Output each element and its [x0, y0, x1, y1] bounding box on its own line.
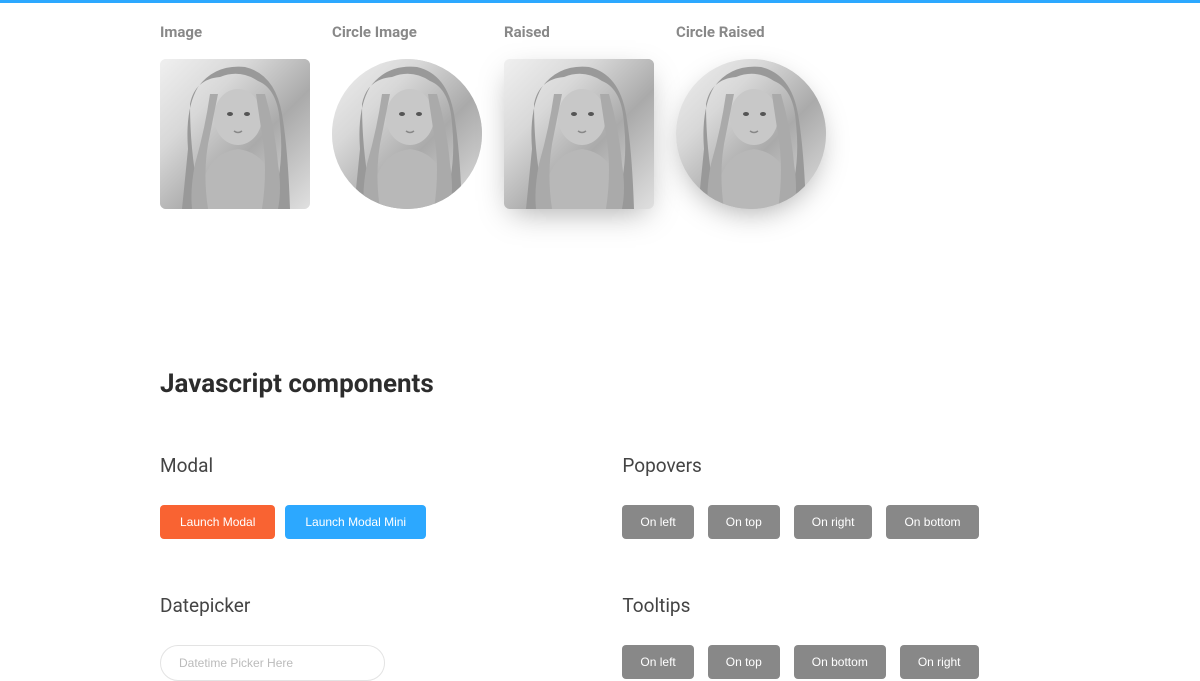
- launch-modal-button[interactable]: Launch Modal: [160, 505, 275, 539]
- image-label: Image: [160, 23, 310, 41]
- image-label: Raised: [504, 23, 654, 41]
- sample-image-plain: [160, 59, 310, 209]
- images-row: Image Circle Image: [160, 23, 1040, 209]
- top-accent-bar: [0, 0, 1200, 3]
- sample-image-circle: [332, 59, 482, 209]
- popover-right-button[interactable]: On right: [794, 505, 873, 539]
- image-label: Circle Image: [332, 23, 482, 41]
- image-col-circle: Circle Image: [332, 23, 482, 209]
- tooltips-title: Tooltips: [622, 594, 1044, 617]
- popover-left-button[interactable]: On left: [622, 505, 693, 539]
- image-col-circle-raised: Circle Raised: [676, 23, 826, 209]
- tooltip-top-button[interactable]: On top: [708, 645, 780, 679]
- popover-bottom-button[interactable]: On bottom: [886, 505, 978, 539]
- image-label: Circle Raised: [676, 23, 826, 41]
- section-title: Javascript components: [160, 369, 1040, 399]
- portrait-icon: [676, 59, 826, 209]
- tooltip-right-button[interactable]: On right: [900, 645, 979, 679]
- popover-top-button[interactable]: On top: [708, 505, 780, 539]
- portrait-icon: [504, 59, 654, 209]
- portrait-icon: [332, 59, 482, 209]
- sample-image-circle-raised: [676, 59, 826, 209]
- datepicker-title: Datepicker: [160, 594, 582, 617]
- popovers-title: Popovers: [622, 454, 1044, 477]
- image-col-raised: Raised: [504, 23, 654, 209]
- tooltip-bottom-button[interactable]: On bottom: [794, 645, 886, 679]
- modal-title: Modal: [160, 454, 582, 477]
- launch-modal-mini-button[interactable]: Launch Modal Mini: [285, 505, 426, 539]
- portrait-icon: [160, 59, 310, 209]
- tooltip-left-button[interactable]: On left: [622, 645, 693, 679]
- sample-image-raised: [504, 59, 654, 209]
- datepicker-input[interactable]: [160, 645, 385, 681]
- image-col-plain: Image: [160, 23, 310, 209]
